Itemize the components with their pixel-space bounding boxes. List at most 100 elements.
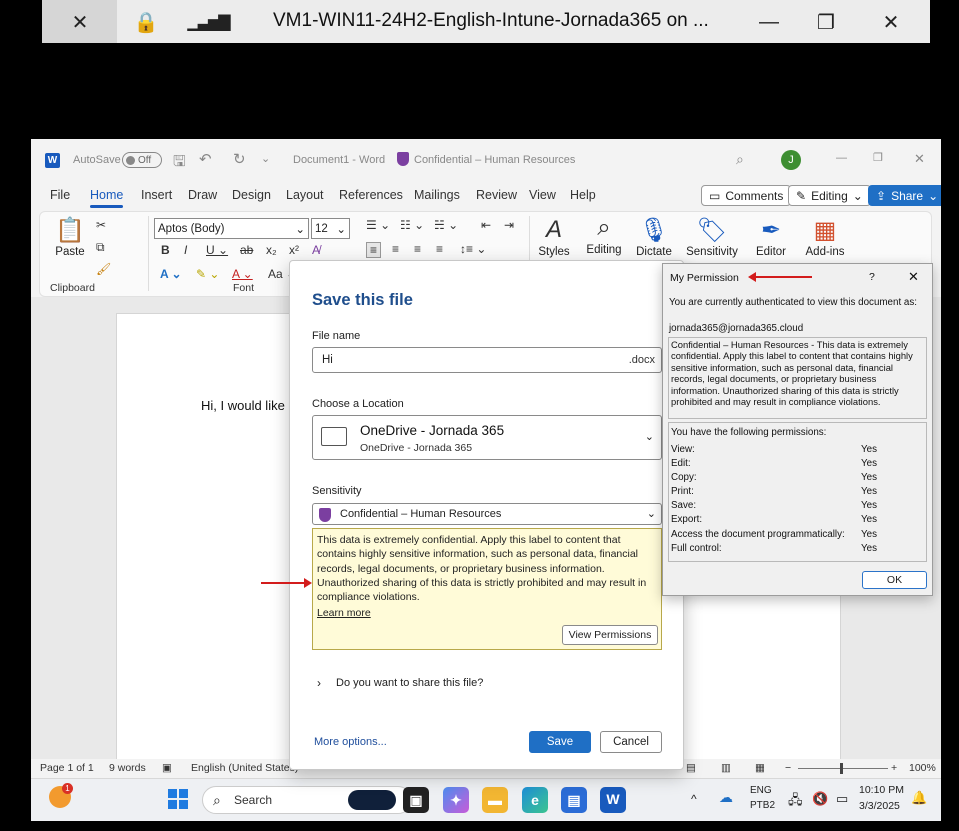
clear-formatting-icon[interactable]: A̸ xyxy=(312,243,320,257)
tab-insert[interactable]: Insert xyxy=(141,188,172,202)
addins-button[interactable]: ▦ Add-ins xyxy=(802,216,848,258)
share-button[interactable]: ⇪ Share ⌄ xyxy=(868,185,941,206)
zoom-out-icon[interactable]: − xyxy=(785,762,791,774)
tab-home[interactable]: Home xyxy=(90,188,124,208)
tab-view[interactable]: View xyxy=(529,188,556,202)
start-icon[interactable] xyxy=(168,789,188,809)
task-view-icon[interactable]: ▣ xyxy=(403,787,429,813)
save-icon[interactable]: 🖫 xyxy=(173,151,186,176)
zoom-level[interactable]: 100% xyxy=(909,762,936,774)
align-left-icon[interactable]: ≡ xyxy=(366,242,382,258)
copilot-icon[interactable]: ✦ xyxy=(443,787,469,813)
onedrive-icon[interactable]: ☁ xyxy=(719,789,733,806)
increase-indent-icon[interactable]: ⇥ xyxy=(504,218,514,232)
battery-icon[interactable]: ▭ xyxy=(836,791,848,807)
undo-icon[interactable]: ↶ xyxy=(199,150,212,168)
decrease-indent-icon[interactable]: ⇤ xyxy=(481,218,491,232)
input-language-bottom[interactable]: PTB2 xyxy=(750,800,775,811)
ok-button[interactable]: OK xyxy=(862,571,927,589)
pin-button[interactable]: ✕ xyxy=(42,0,117,43)
learn-more-link[interactable]: Learn more xyxy=(317,607,371,619)
autosave-toggle[interactable]: Off xyxy=(122,152,162,168)
numbering-icon[interactable]: ☷ ⌄ xyxy=(400,218,424,232)
align-center-icon[interactable]: ≡ xyxy=(392,242,399,256)
print-layout-icon[interactable]: ▥ xyxy=(721,762,731,774)
window-restore-icon[interactable]: ❐ xyxy=(873,151,883,164)
sensitivity-button[interactable]: 🏷 Sensitivity xyxy=(684,216,740,258)
bell-icon[interactable]: 🔔 xyxy=(911,790,927,806)
more-options-link[interactable]: More options... xyxy=(314,736,387,748)
avatar[interactable]: J xyxy=(781,150,801,170)
tab-file[interactable]: File xyxy=(50,188,70,202)
read-mode-icon[interactable]: ▤ xyxy=(686,762,696,774)
customize-qat-icon[interactable]: ⌄ xyxy=(261,152,270,165)
close-icon[interactable]: ✕ xyxy=(877,8,905,36)
file-name-field[interactable]: Hi .docx xyxy=(312,347,662,373)
help-icon[interactable]: ? xyxy=(869,271,875,283)
tab-mailings[interactable]: Mailings xyxy=(414,188,460,202)
dictate-button[interactable]: 🎙 Dictate xyxy=(634,216,674,258)
input-language-top[interactable]: ENG xyxy=(750,785,772,796)
strikethrough-icon[interactable]: ab xyxy=(240,243,253,257)
tab-references[interactable]: References xyxy=(339,188,403,202)
tab-draw[interactable]: Draw xyxy=(188,188,217,202)
store-icon[interactable]: ▤ xyxy=(561,787,587,813)
line-spacing-icon[interactable]: ↕≡ ⌄ xyxy=(460,242,486,256)
save-button[interactable]: Save xyxy=(529,731,591,753)
volume-mute-icon[interactable]: 🔇 xyxy=(812,791,828,807)
superscript-icon[interactable]: x² xyxy=(289,243,299,257)
search-icon[interactable]: ⌕ xyxy=(736,151,744,168)
text-effects-icon[interactable]: A ⌄ xyxy=(160,267,182,281)
font-color-icon[interactable]: A ⌄ xyxy=(232,267,253,281)
tab-layout[interactable]: Layout xyxy=(286,188,324,202)
editing-mode-button[interactable]: ✎ Editing ⌄ xyxy=(788,185,871,206)
title-sensitivity-label[interactable]: Confidential – Human Resources xyxy=(414,154,575,166)
location-select[interactable]: OneDrive - Jornada 365 OneDrive - Jornad… xyxy=(312,415,662,460)
tab-design[interactable]: Design xyxy=(232,188,271,202)
web-layout-icon[interactable]: ▦ xyxy=(755,762,765,774)
view-permissions-button[interactable]: View Permissions xyxy=(562,625,658,645)
align-right-icon[interactable]: ≡ xyxy=(414,242,421,256)
font-size-select[interactable]: 12 ⌄ xyxy=(311,218,350,239)
word-count[interactable]: 9 words xyxy=(109,762,146,774)
clock-date[interactable]: 3/3/2025 xyxy=(859,800,900,812)
bold-icon[interactable]: B xyxy=(161,243,170,257)
window-close-icon[interactable]: ✕ xyxy=(914,151,925,167)
close-icon[interactable]: ✕ xyxy=(908,269,919,285)
page-count[interactable]: Page 1 of 1 xyxy=(40,762,94,774)
justify-icon[interactable]: ≡ xyxy=(436,242,443,256)
zoom-in-icon[interactable]: + xyxy=(891,762,897,774)
file-explorer-icon[interactable]: ▬ xyxy=(482,787,508,813)
share-question[interactable]: Do you want to share this file? xyxy=(336,677,483,689)
restore-icon[interactable]: ❐ xyxy=(812,8,840,36)
tab-review[interactable]: Review xyxy=(476,188,517,202)
styles-button[interactable]: A Styles xyxy=(534,216,574,258)
italic-icon[interactable]: I xyxy=(184,243,187,257)
subscript-icon[interactable]: x₂ xyxy=(266,243,277,257)
taskbar-search[interactable]: ⌕ Search xyxy=(202,786,412,814)
paste-button[interactable]: 📋 Paste xyxy=(50,216,90,258)
editor-button[interactable]: ✒ Editor xyxy=(752,216,790,258)
multilevel-list-icon[interactable]: ☵ ⌄ xyxy=(434,218,458,232)
cut-icon[interactable]: ✂ xyxy=(96,218,106,232)
cancel-button[interactable]: Cancel xyxy=(600,731,662,753)
edge-icon[interactable]: e xyxy=(522,787,548,813)
tab-help[interactable]: Help xyxy=(570,188,596,202)
clock-time[interactable]: 10:10 PM xyxy=(859,784,904,796)
highlight-icon[interactable]: ✎ ⌄ xyxy=(196,267,219,281)
font-name-select[interactable]: Aptos (Body) ⌄ xyxy=(154,218,309,239)
format-painter-icon[interactable]: 🖌 xyxy=(96,262,111,276)
lock-icon[interactable]: 🔒 xyxy=(132,8,160,36)
chevron-up-icon[interactable]: ^ xyxy=(691,792,697,806)
zoom-slider[interactable] xyxy=(798,768,888,769)
chevron-right-icon[interactable]: › xyxy=(317,676,321,690)
editing-tools-button[interactable]: ⌕ Editing xyxy=(582,214,626,256)
redo-icon[interactable]: ↻ xyxy=(233,150,246,168)
zoom-slider-thumb[interactable] xyxy=(840,763,843,774)
bullets-icon[interactable]: ☰ ⌄ xyxy=(366,218,390,232)
word-taskbar-icon[interactable]: W xyxy=(600,787,626,813)
signal-icon[interactable]: ▁▃▅▇ xyxy=(187,8,230,36)
window-minimize-icon[interactable]: — xyxy=(836,152,847,164)
sensitivity-select[interactable]: Confidential – Human Resources ⌄ xyxy=(312,503,662,525)
language-status[interactable]: English (United States) xyxy=(191,762,298,774)
